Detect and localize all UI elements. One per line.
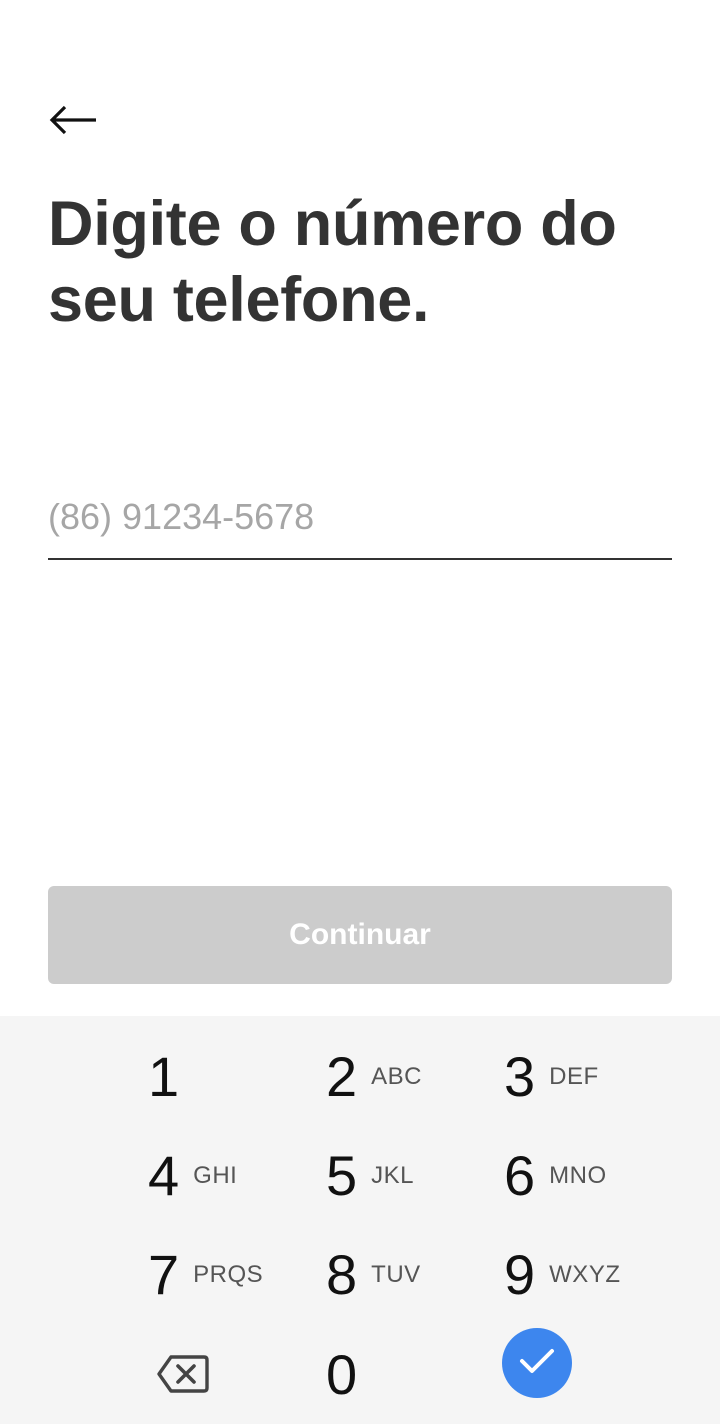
key-letters: PRQS [193,1261,264,1288]
key-letters: WXYZ [549,1261,621,1288]
key-letters: JKL [371,1162,415,1189]
back-button[interactable] [36,92,108,148]
key-7[interactable]: 7 PRQS [148,1230,263,1320]
key-2[interactable]: 2 ABC [326,1032,422,1122]
key-9[interactable]: 9 WXYZ [504,1230,620,1320]
key-letters: ABC [371,1063,423,1090]
phone-field [48,484,672,560]
phone-input[interactable] [48,484,672,550]
key-letters: GHI [193,1162,238,1189]
backspace-icon [157,1354,209,1399]
key-4[interactable]: 4 GHI [148,1131,237,1221]
key-digit: 5 [326,1144,358,1207]
backspace-button[interactable] [150,1350,216,1402]
key-digit: 0 [326,1343,358,1406]
key-3[interactable]: 3 DEF [504,1032,599,1122]
key-digit: 6 [504,1144,536,1207]
key-6[interactable]: 6 MNO [504,1131,607,1221]
continue-button[interactable]: Continuar [48,886,672,984]
key-digit: 2 [326,1045,358,1108]
key-letters: MNO [549,1162,607,1189]
key-digit: 1 [148,1045,180,1108]
key-8[interactable]: 8 TUV [326,1230,421,1320]
key-digit: 3 [504,1045,536,1108]
key-digit: 7 [148,1243,180,1306]
key-letters: TUV [371,1261,421,1288]
key-digit: 9 [504,1243,536,1306]
key-digit: 4 [148,1144,180,1207]
key-0[interactable]: 0 [326,1330,357,1420]
arrow-left-icon [48,103,98,137]
done-button[interactable] [502,1328,572,1398]
key-digit: 8 [326,1243,358,1306]
page-title: Digite o número do seu telefone. [48,189,617,335]
key-1[interactable]: 1 [148,1032,179,1122]
key-letters: DEF [549,1063,599,1090]
key-5[interactable]: 5 JKL [326,1131,414,1221]
check-icon [519,1347,555,1380]
